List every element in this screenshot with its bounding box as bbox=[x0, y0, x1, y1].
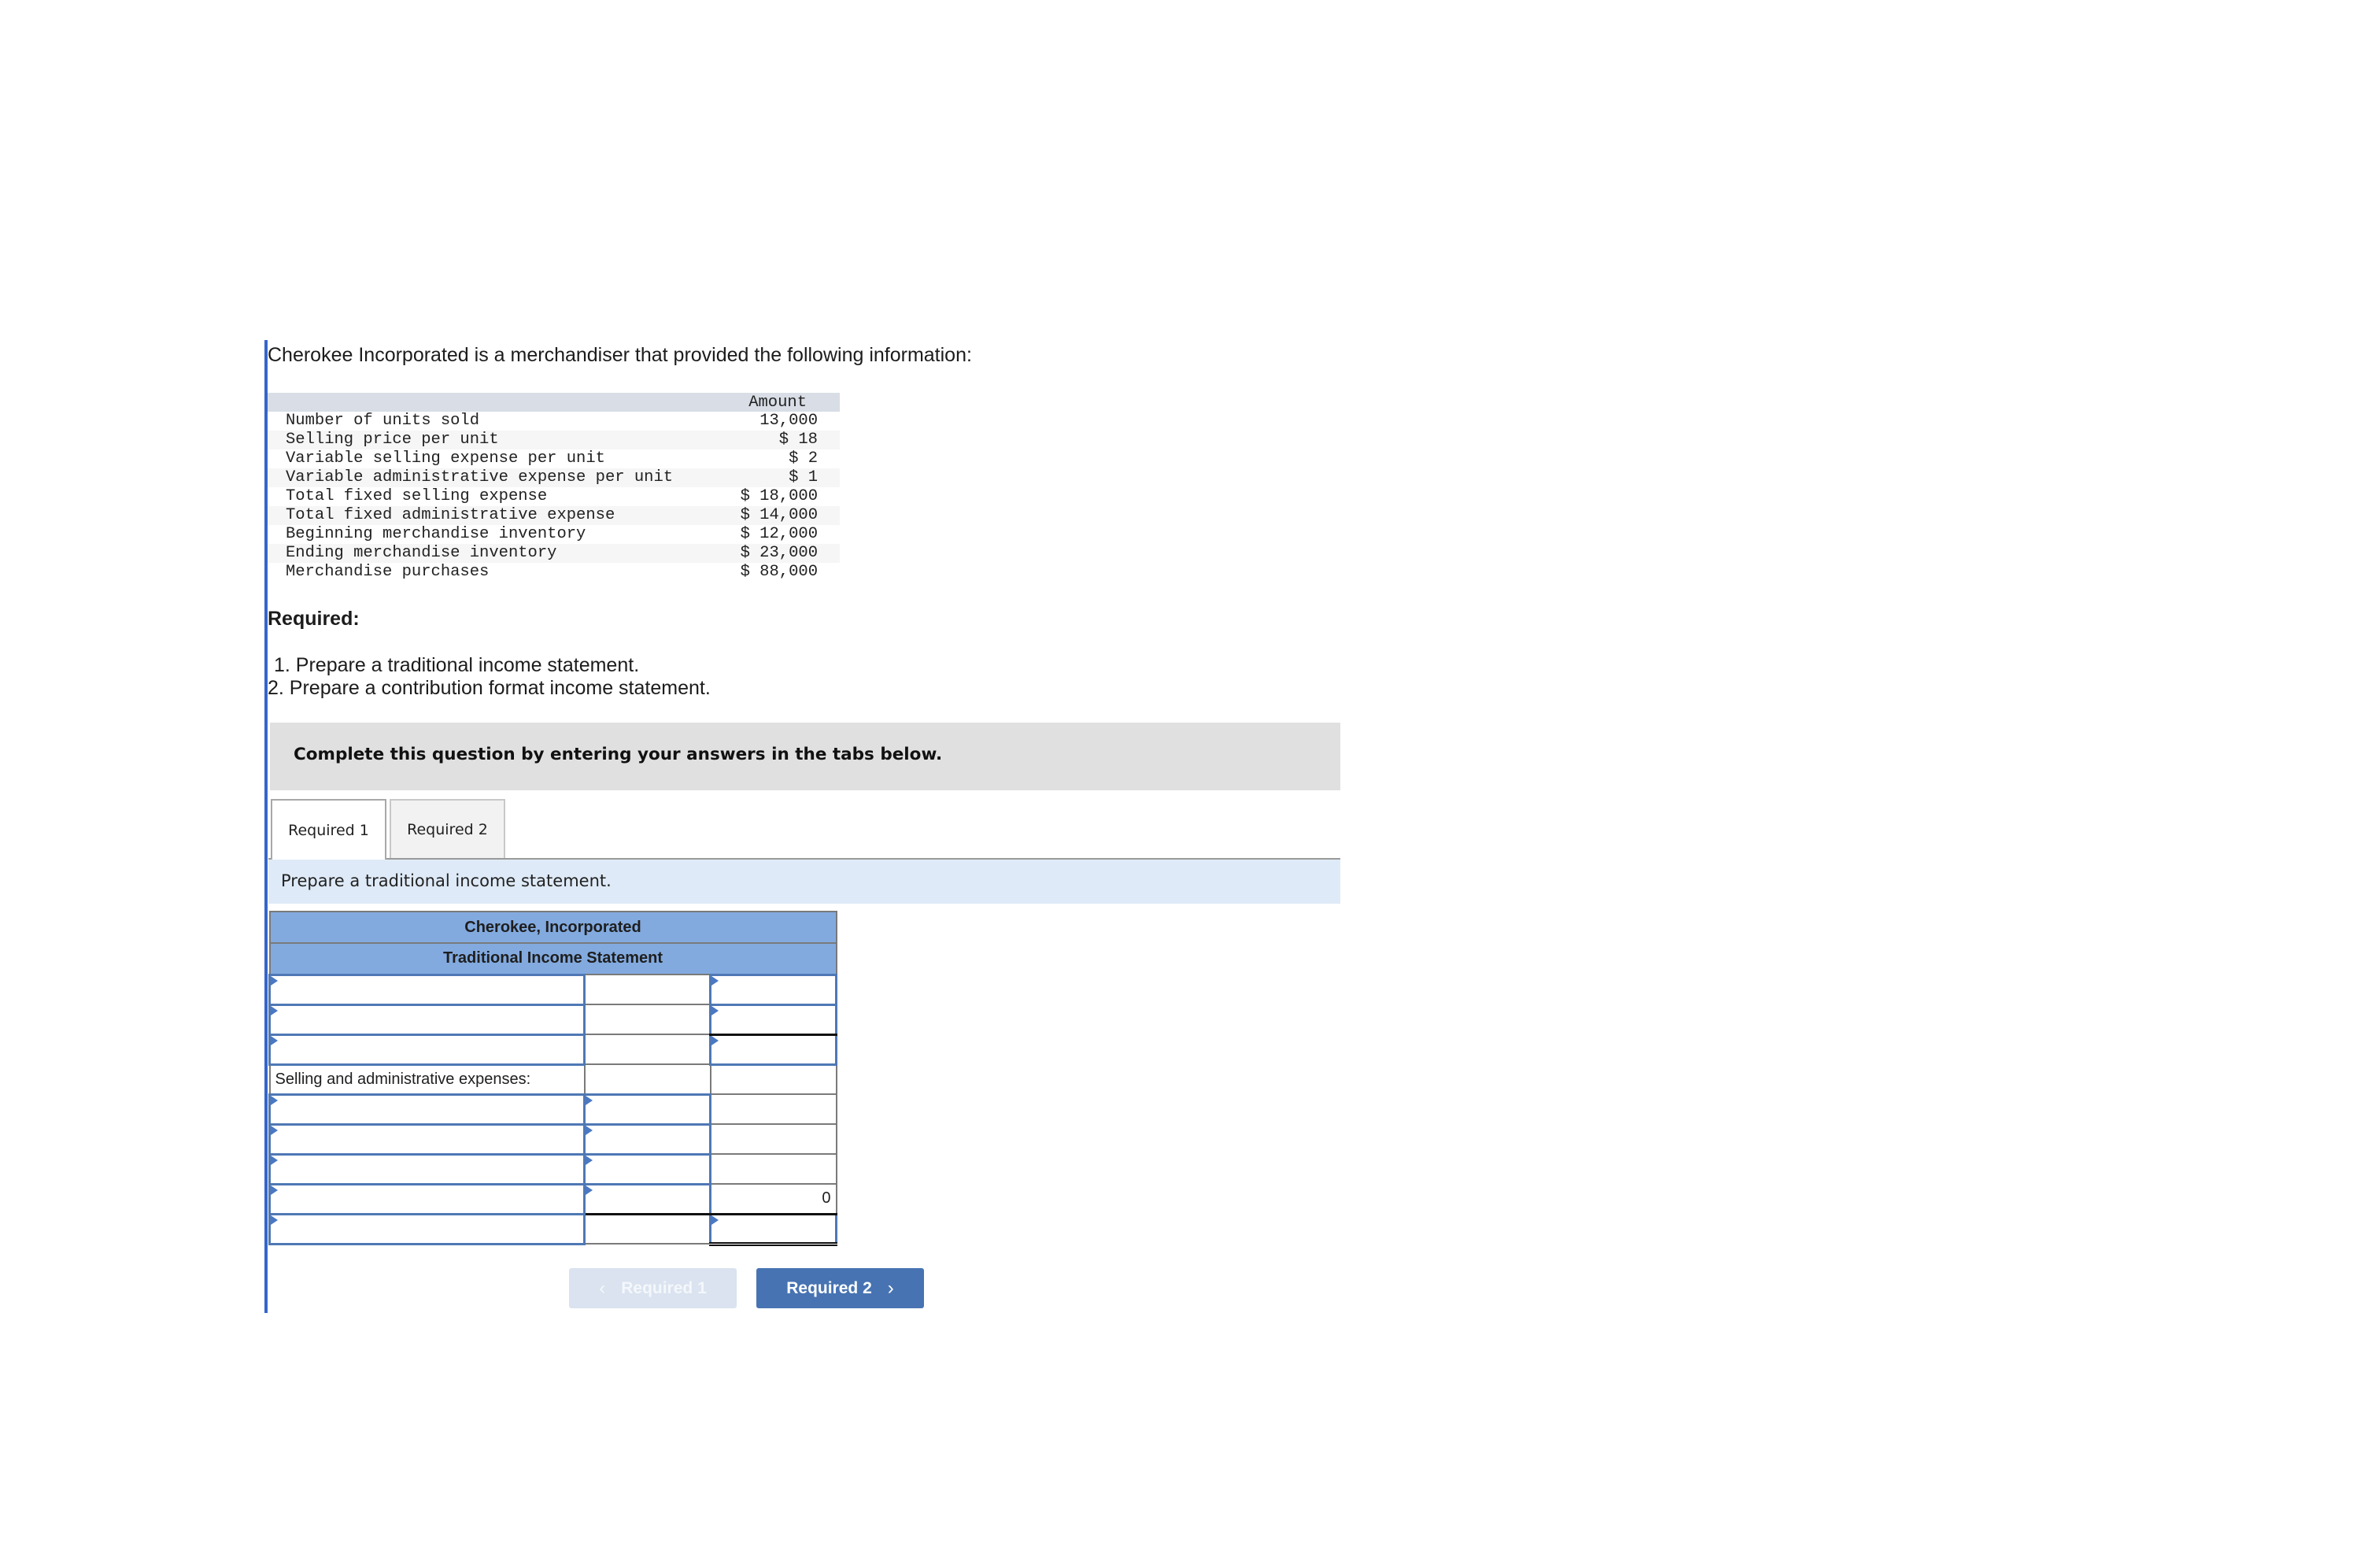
amount-input[interactable] bbox=[583, 1152, 711, 1185]
tab-required-2[interactable]: Required 2 bbox=[390, 799, 505, 858]
table-row bbox=[268, 1152, 837, 1185]
tab-instruction: Prepare a traditional income statement. bbox=[281, 871, 612, 890]
subtotal-value: 0 bbox=[709, 1183, 837, 1215]
amount-input[interactable] bbox=[583, 1093, 711, 1126]
income-statement-table: Cherokee, Incorporated Traditional Incom… bbox=[268, 911, 838, 1246]
net-income-input[interactable] bbox=[708, 1212, 838, 1246]
problem-intro: Cherokee Incorporated is a merchandiser … bbox=[268, 344, 972, 366]
table-row bbox=[268, 1093, 837, 1126]
tab-required-1[interactable]: Required 1 bbox=[271, 799, 386, 860]
table-row: Selling and administrative expenses: bbox=[268, 1063, 837, 1095]
table-row bbox=[268, 973, 838, 1006]
empty-cell bbox=[709, 1093, 837, 1125]
required-item: 2. Prepare a contribution format income … bbox=[268, 677, 711, 699]
prev-button-label: Required 1 bbox=[621, 1278, 707, 1297]
statement-company: Cherokee, Incorporated bbox=[268, 911, 837, 944]
table-row: Merchandise purchases $ 88,000 bbox=[286, 563, 818, 581]
table-row: Ending merchandise inventory $ 23,000 bbox=[268, 544, 840, 563]
line-item-dropdown[interactable] bbox=[268, 1152, 586, 1185]
empty-cell bbox=[709, 1153, 837, 1185]
banner-text: Complete this question by entering your … bbox=[294, 745, 943, 764]
chevron-right-icon: › bbox=[887, 1277, 894, 1299]
amount-input[interactable] bbox=[583, 1182, 711, 1215]
tab-instruction-bar: Prepare a traditional income statement. bbox=[268, 860, 1340, 904]
table-row bbox=[268, 1033, 838, 1066]
table-row: Total fixed selling expense $ 18,000 bbox=[286, 487, 818, 505]
empty-cell bbox=[583, 974, 711, 1005]
next-required-button[interactable]: Required 2 › bbox=[756, 1268, 924, 1308]
prev-required-button[interactable]: ‹ Required 1 bbox=[569, 1268, 737, 1308]
line-item-dropdown[interactable] bbox=[268, 1003, 586, 1036]
table-row: Total fixed administrative expense $ 14,0… bbox=[268, 506, 840, 525]
table-row: Selling price per unit $ 18 bbox=[268, 431, 840, 449]
amount-input[interactable] bbox=[583, 1123, 711, 1156]
empty-cell bbox=[583, 1063, 711, 1095]
amount-header: Amount bbox=[748, 393, 807, 412]
table-row bbox=[268, 1003, 838, 1036]
table-row bbox=[268, 1212, 838, 1246]
amount-input[interactable] bbox=[708, 1033, 838, 1066]
empty-cell bbox=[583, 1004, 711, 1035]
required-heading: Required: bbox=[268, 608, 360, 630]
chevron-left-icon: ‹ bbox=[599, 1277, 606, 1299]
table-row: Number of units sold 13,000 bbox=[286, 412, 818, 430]
table-row: Beginning merchandise inventory $ 12,000 bbox=[286, 525, 818, 543]
instructions-banner: Complete this question by entering your … bbox=[270, 723, 1340, 790]
amount-input[interactable] bbox=[708, 973, 838, 1006]
line-item-dropdown[interactable] bbox=[268, 1093, 586, 1126]
section-label: Selling and administrative expenses: bbox=[268, 1063, 586, 1095]
empty-cell bbox=[709, 1123, 837, 1155]
table-row: Variable administrative expense per unit… bbox=[268, 468, 840, 487]
given-table-header: Amount bbox=[268, 393, 840, 412]
empty-cell bbox=[583, 1213, 711, 1245]
statement-title: Traditional Income Statement bbox=[268, 942, 837, 975]
table-row: Variable selling expense per unit $ 2 bbox=[286, 449, 818, 468]
line-item-dropdown[interactable] bbox=[268, 1182, 586, 1215]
required-list: 1. Prepare a traditional income statemen… bbox=[268, 654, 711, 700]
empty-cell bbox=[709, 1063, 837, 1095]
given-data-table: Amount Number of units sold 13,000 Sellin… bbox=[268, 393, 840, 582]
table-row: 0 bbox=[268, 1182, 837, 1215]
table-row bbox=[268, 1123, 837, 1156]
next-button-label: Required 2 bbox=[786, 1278, 872, 1297]
line-item-dropdown[interactable] bbox=[268, 973, 586, 1006]
empty-cell bbox=[583, 1034, 711, 1065]
required-item: 1. Prepare a traditional income statemen… bbox=[274, 654, 640, 676]
amount-input[interactable] bbox=[708, 1003, 838, 1036]
line-item-dropdown[interactable] bbox=[268, 1212, 586, 1245]
line-item-dropdown[interactable] bbox=[268, 1123, 586, 1156]
line-item-dropdown[interactable] bbox=[268, 1033, 586, 1066]
